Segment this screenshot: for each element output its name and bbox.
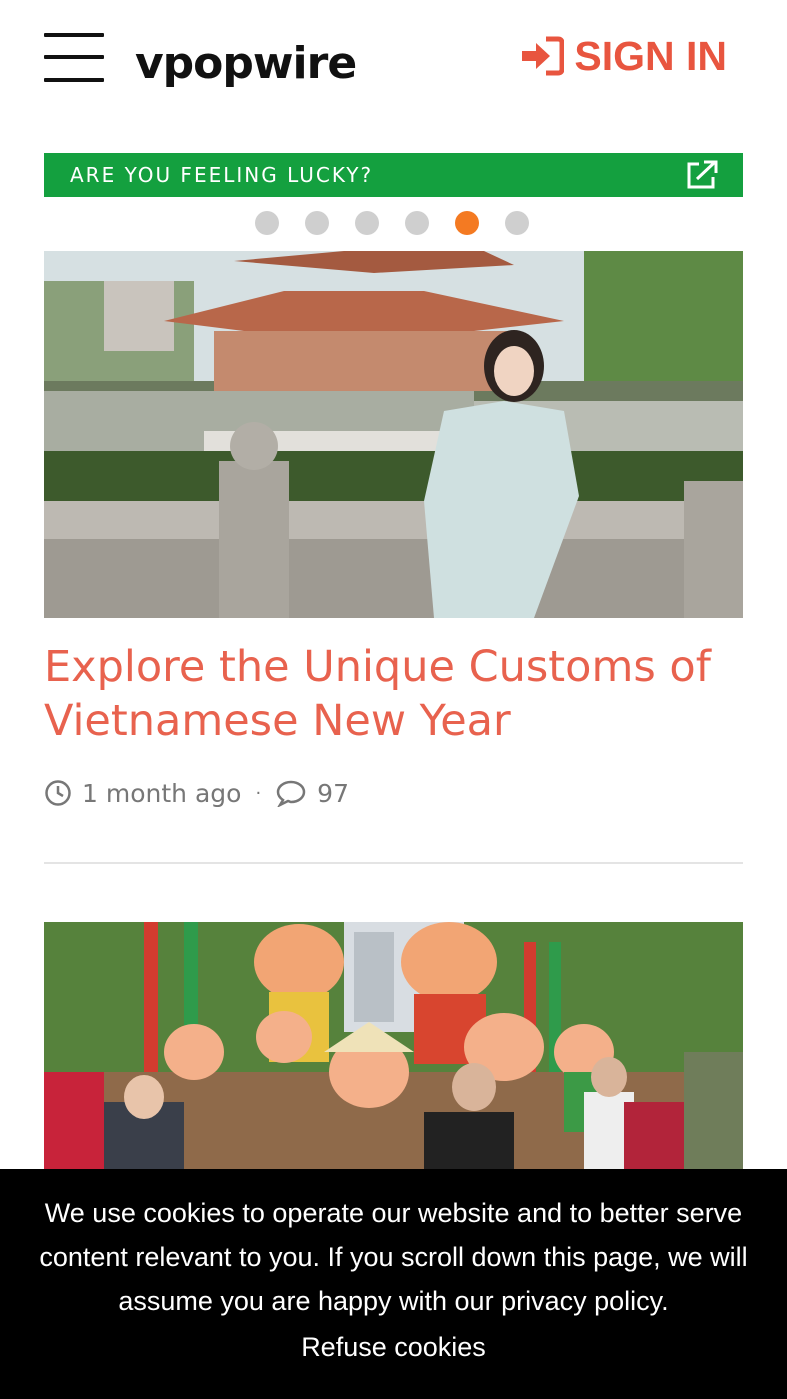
sign-in-button[interactable]: SIGN IN — [520, 32, 727, 80]
article-photo-pagoda — [44, 251, 743, 618]
article-title[interactable]: Explore the Unique Customs of Vietnamese… — [44, 640, 754, 748]
hamburger-menu-icon[interactable] — [44, 33, 104, 85]
carousel-dot[interactable] — [455, 211, 479, 235]
sign-in-label: SIGN IN — [574, 32, 727, 79]
comment-count[interactable]: 97 — [317, 779, 349, 808]
carousel-dot[interactable] — [355, 211, 379, 235]
banner-text: ARE YOU FEELING LUCKY? — [70, 163, 374, 187]
meta-separator: · — [255, 782, 262, 804]
carousel-dot[interactable] — [255, 211, 279, 235]
article-image[interactable] — [44, 922, 743, 1182]
article-divider — [44, 862, 743, 864]
cookie-consent-bar: We use cookies to operate our website an… — [0, 1169, 787, 1399]
lucky-banner[interactable]: ARE YOU FEELING LUCKY? — [44, 153, 743, 197]
article-time: 1 month ago — [82, 778, 242, 808]
external-link-icon — [687, 160, 718, 189]
article-meta: 1 month ago · 97 — [44, 776, 349, 810]
article-photo-pig-mascots — [44, 922, 743, 1182]
comment-icon — [276, 780, 306, 807]
carousel-dot[interactable] — [505, 211, 529, 235]
carousel-dots — [255, 211, 529, 237]
carousel-dot[interactable] — [305, 211, 329, 235]
site-header: vpopwire SIGN IN — [0, 0, 787, 120]
refuse-cookies-button[interactable]: Refuse cookies — [0, 1332, 787, 1363]
site-logo[interactable]: vpopwire — [135, 36, 357, 92]
article-image[interactable] — [44, 251, 743, 618]
cookie-message: We use cookies to operate our website an… — [39, 1198, 748, 1316]
sign-in-icon — [522, 36, 565, 76]
clock-icon — [45, 780, 71, 806]
carousel-dot[interactable] — [405, 211, 429, 235]
